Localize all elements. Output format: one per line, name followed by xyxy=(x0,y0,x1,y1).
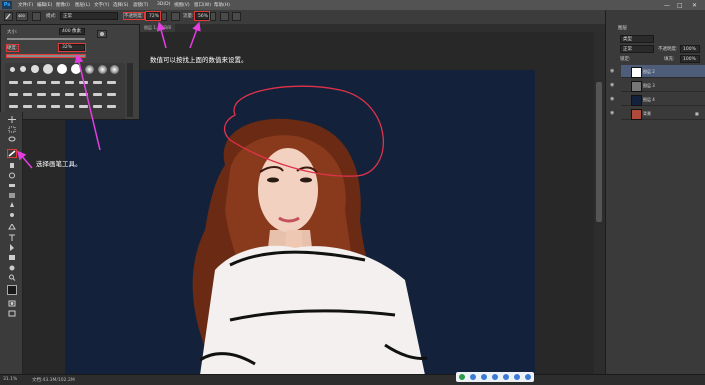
arrow-to-brush-tool xyxy=(17,150,33,169)
ime-keyboard-icon[interactable] xyxy=(514,374,520,380)
layer-blend-mode[interactable]: 正常 xyxy=(620,45,654,53)
layer-kind-filter[interactable]: 类型 xyxy=(620,35,654,43)
layer-name: 背景 xyxy=(643,111,651,116)
layer-name: 图层 4 xyxy=(643,97,655,102)
eye-icon[interactable]: ◉ xyxy=(610,82,614,88)
layer-row[interactable]: ◉ 背景 ■ xyxy=(610,107,705,120)
ime-punct-icon[interactable] xyxy=(481,374,487,380)
annotation-arrows xyxy=(17,21,201,169)
layer-name: 图层 3 xyxy=(643,83,655,88)
layer-opacity-input[interactable]: 100% xyxy=(680,45,700,53)
fill-input[interactable]: 100% xyxy=(680,55,700,63)
arrow-to-flow xyxy=(189,21,201,49)
layer-opacity-label: 不透明度: xyxy=(658,47,678,52)
layer-thumbnail xyxy=(631,67,642,78)
arrow-to-hardness xyxy=(74,53,101,151)
layer-row[interactable]: ◉ 图层 4 xyxy=(610,93,705,106)
layer-thumbnail xyxy=(631,109,642,120)
ime-settings-icon[interactable] xyxy=(525,374,531,380)
ime-voice-icon[interactable] xyxy=(503,374,509,380)
lock-label: 锁定: xyxy=(620,57,631,62)
layer-row[interactable]: ◉ 图层 3 xyxy=(610,79,705,92)
status-bar: 31.1% 文档:43.3M/102.2M xyxy=(0,374,705,385)
ime-emoji-icon[interactable] xyxy=(492,374,498,380)
ime-toolbar[interactable] xyxy=(456,372,534,382)
ime-mode-icon[interactable] xyxy=(470,374,476,380)
layer-name: 图层 2 xyxy=(643,69,655,74)
layer-thumbnail xyxy=(631,95,642,106)
eye-icon[interactable]: ◉ xyxy=(610,96,614,102)
eye-icon[interactable]: ◉ xyxy=(610,68,614,74)
layer-thumbnail xyxy=(631,81,642,92)
zoom-level[interactable]: 31.1% xyxy=(3,377,17,382)
arrow-to-opacity xyxy=(156,21,167,49)
ime-logo-icon[interactable] xyxy=(459,374,465,380)
right-panel: 图层 类型 正常 不透明度: 100% 锁定: 填充: 100% ◉ 图层 2 … xyxy=(605,10,705,374)
fill-label: 填充: xyxy=(664,57,675,62)
layer-row[interactable]: ◉ 图层 2 xyxy=(610,65,705,78)
tab-layers[interactable]: 图层 xyxy=(618,25,627,31)
eye-icon[interactable]: ◉ xyxy=(610,110,614,116)
lock-icon: ■ xyxy=(695,111,699,116)
document-size: 文档:43.3M/102.2M xyxy=(32,378,75,383)
